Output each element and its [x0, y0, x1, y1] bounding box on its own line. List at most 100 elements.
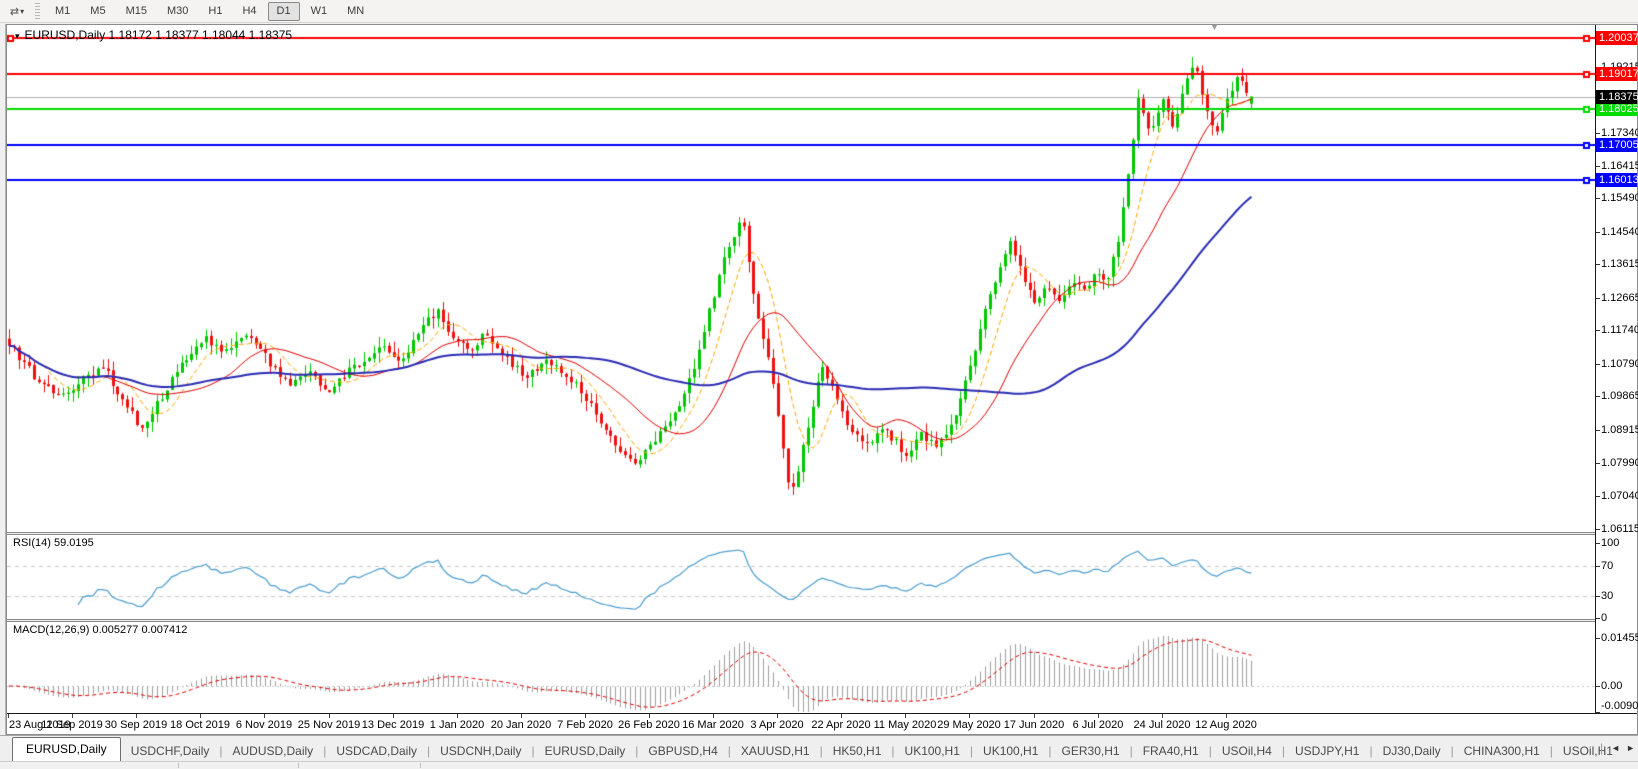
tab-scroll-left-icon[interactable]: ◄: [1611, 743, 1620, 753]
tab-uk100-h1[interactable]: UK100,H1: [895, 741, 970, 761]
status-bar-divider: [178, 763, 179, 768]
timeframe-mn[interactable]: MN: [338, 2, 373, 21]
date-label: 7 Feb 2020: [557, 719, 613, 731]
tab-fra40-h1[interactable]: FRA40,H1: [1133, 741, 1209, 761]
date-label: 1 Jan 2020: [430, 719, 484, 731]
tab-hk50-h1[interactable]: HK50,H1: [823, 741, 892, 761]
date-tick-mark: [393, 714, 394, 718]
timeframe-h1[interactable]: H1: [199, 2, 231, 21]
macd-tick-mark: [1596, 712, 1600, 713]
rsi-panel: RSI(14) 59.0195: [7, 535, 1637, 619]
rsi-label: RSI(14) 59.0195: [13, 537, 94, 549]
date-label: 13 Dec 2019: [362, 719, 424, 731]
tab-xauusd-h1[interactable]: XAUUSD,H1: [731, 741, 820, 761]
price-tick-mark: [1596, 330, 1600, 331]
date-tick-mark: [905, 714, 906, 718]
timeframe-m15[interactable]: M15: [117, 2, 156, 21]
hline-price-label[interactable]: 1.19017: [1596, 67, 1637, 81]
timeframe-m30[interactable]: M30: [158, 2, 197, 21]
hline-price-label[interactable]: 1.17005: [1596, 138, 1637, 152]
chart-tools-icon[interactable]: ⇄ ▾: [4, 2, 30, 20]
date-tick-mark: [1226, 714, 1227, 718]
arrows-icon: ⇄: [10, 5, 19, 18]
chevron-down-icon: ▾: [20, 7, 24, 16]
rsi-tick-label: 0: [1601, 612, 1607, 625]
mt4-application: ⇄ ▾ M1M5M15M30H1H4D1W1MN ▾EURUSD,Daily 1…: [0, 0, 1638, 769]
status-bar-divider: [420, 763, 421, 768]
chart-window: ▾EURUSD,Daily 1.18172 1.18377 1.18044 1.…: [6, 24, 1638, 735]
macd-label: MACD(12,26,9) 0.005277 0.007412: [13, 624, 187, 636]
price-tick-mark: [1596, 396, 1600, 397]
timeframe-d1[interactable]: D1: [268, 2, 300, 21]
candlestick-chart-canvas[interactable]: [7, 25, 1595, 532]
date-tick-mark: [200, 714, 201, 718]
tab-usdjpy-h1[interactable]: USDJPY,H1: [1285, 741, 1369, 761]
price-tick-label: 1.12665: [1601, 292, 1638, 305]
tab-eurusd-daily[interactable]: EURUSD,Daily: [535, 741, 636, 761]
date-label: 6 Nov 2019: [236, 719, 292, 731]
timeframe-h4[interactable]: H4: [233, 2, 265, 21]
price-tick-mark: [1596, 298, 1600, 299]
timeframe-w1[interactable]: W1: [302, 2, 337, 21]
hline-price-label[interactable]: 1.20037: [1596, 31, 1637, 45]
rsi-tick-label: 100: [1601, 537, 1619, 550]
status-bar-divider: [298, 763, 299, 768]
tab-scroll-right-icon[interactable]: ►: [1626, 743, 1635, 753]
chevron-down-icon: ▾: [15, 31, 20, 41]
tab-ger30-h1[interactable]: GER30,H1: [1052, 741, 1130, 761]
date-label: 25 Nov 2019: [298, 719, 360, 731]
tab-gbpusd-h4[interactable]: GBPUSD,H4: [638, 741, 727, 761]
toolbar-grip[interactable]: [35, 3, 40, 19]
price-tick-mark: [1596, 463, 1600, 464]
date-tick-mark: [713, 714, 714, 718]
hline-price-label[interactable]: 1.18025: [1596, 102, 1637, 116]
date-tick-mark: [136, 714, 137, 718]
date-label: 29 May 2020: [937, 719, 1001, 731]
date-tick-mark: [521, 714, 522, 718]
price-tick-label: 1.06115: [1601, 523, 1638, 536]
date-label: 20 Jan 2020: [491, 719, 552, 731]
tab-usdcad-daily[interactable]: USDCAD,Daily: [326, 741, 427, 761]
date-label: 17 Jun 2020: [1004, 719, 1065, 731]
price-tick-mark: [1596, 264, 1600, 265]
date-label: 12 Aug 2020: [1195, 719, 1257, 731]
tab-audusd-daily[interactable]: AUDUSD,Daily: [223, 741, 324, 761]
price-tick-mark: [1596, 496, 1600, 497]
price-tick-label: 1.15490: [1601, 192, 1638, 205]
main-chart-panel: ▾EURUSD,Daily 1.18172 1.18377 1.18044 1.…: [7, 25, 1637, 532]
date-label: 11 Sep 2019: [41, 719, 103, 731]
price-tick-label: 1.07040: [1601, 490, 1638, 503]
date-tick-mark: [329, 714, 330, 718]
date-label: 22 Apr 2020: [811, 719, 870, 731]
tab-eurusd-daily[interactable]: EURUSD,Daily: [12, 737, 121, 761]
tab-usdchf-daily[interactable]: USDCHF,Daily: [121, 741, 220, 761]
macd-tick-label: 0.014556: [1601, 632, 1638, 645]
current-price-label: 1.18375: [1596, 90, 1637, 104]
tab-usdcnh-daily[interactable]: USDCNH,Daily: [430, 741, 531, 761]
price-tick-label: 1.16415: [1601, 160, 1638, 173]
macd-canvas[interactable]: [7, 622, 1595, 713]
rsi-tick-mark: [1596, 596, 1600, 597]
date-tick-mark: [649, 714, 650, 718]
timeframe-m5[interactable]: M5: [81, 2, 114, 21]
rsi-name: RSI(14): [13, 537, 51, 549]
timeframe-m1[interactable]: M1: [46, 2, 79, 21]
price-tick-label: 1.11740: [1601, 324, 1638, 337]
toolbar: ⇄ ▾ M1M5M15M30H1H4D1W1MN: [0, 0, 1638, 23]
timeframe-toolbar: M1M5M15M30H1H4D1W1MN: [45, 2, 374, 21]
price-tick-label: 1.10790: [1601, 358, 1638, 371]
price-tick-label: 1.07990: [1601, 457, 1638, 470]
date-tick-mark: [264, 714, 265, 718]
tab-uk100-h1[interactable]: UK100,H1: [973, 741, 1048, 761]
tab-china300-h1[interactable]: CHINA300,H1: [1454, 741, 1550, 761]
hline-price-label[interactable]: 1.16013: [1596, 173, 1637, 187]
tab-usoil-h4[interactable]: USOil,H4: [1212, 741, 1282, 761]
date-label: 6 Jul 2020: [1073, 719, 1124, 731]
date-label: 26 Feb 2020: [618, 719, 680, 731]
chart-shift-marker: ▼: [1210, 22, 1219, 32]
tab-dj30-daily[interactable]: DJ30,Daily: [1373, 741, 1451, 761]
tab-scroll-controls: |◄►: [1600, 738, 1635, 758]
price-tick-mark: [1596, 232, 1600, 233]
macd-tick-label: 0.00: [1601, 680, 1622, 693]
rsi-canvas[interactable]: [7, 535, 1595, 619]
